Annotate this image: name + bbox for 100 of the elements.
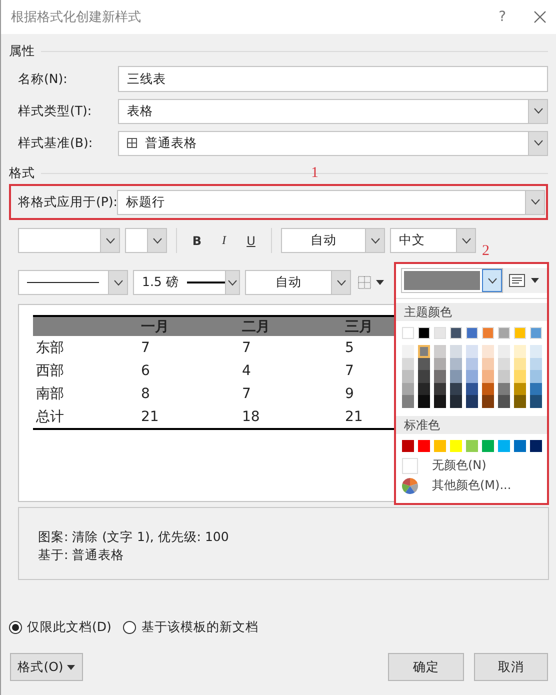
color-swatch[interactable] (514, 370, 526, 382)
color-swatch[interactable] (498, 327, 510, 339)
color-swatch[interactable] (450, 370, 462, 382)
table-cell-text: 6 (140, 362, 151, 378)
color-swatch[interactable] (434, 345, 446, 358)
color-swatch[interactable] (514, 382, 526, 395)
table-cell-text: 东部 (35, 338, 65, 356)
color-swatch[interactable] (466, 345, 478, 358)
color-swatch[interactable] (498, 370, 510, 382)
annotation-number: 2 (482, 243, 490, 260)
color-swatch[interactable] (466, 382, 478, 395)
line-weight-dropdown[interactable]: 1.5 磅 (133, 270, 240, 295)
color-swatch[interactable] (418, 440, 430, 452)
language-dropdown[interactable]: 中文 (390, 228, 476, 253)
section-heading: 格式 (9, 164, 35, 182)
font-color-dropdown[interactable]: 自动 (281, 228, 385, 253)
color-swatch[interactable] (402, 345, 414, 358)
color-swatch[interactable] (402, 327, 414, 339)
color-swatch[interactable] (530, 358, 542, 370)
color-swatch[interactable] (482, 358, 494, 370)
color-swatch[interactable] (434, 370, 446, 382)
color-swatch[interactable] (530, 345, 542, 358)
ok-button[interactable]: 确定 (388, 653, 464, 681)
radio-label[interactable]: 基于该模板的新文档 (141, 618, 258, 636)
color-swatch[interactable] (530, 382, 542, 395)
table-cell-text: 8 (140, 386, 151, 402)
color-swatch[interactable] (530, 327, 542, 339)
dropdown[interactable]: 普通表格 (118, 130, 548, 156)
cancel-button[interactable]: 取消 (474, 653, 548, 681)
color-swatch[interactable] (498, 440, 510, 452)
color-swatch[interactable] (466, 440, 478, 452)
shading-dropdown[interactable] (401, 268, 503, 293)
color-swatch[interactable] (498, 345, 510, 358)
color-swatch[interactable] (418, 395, 430, 408)
color-swatch[interactable] (450, 327, 462, 339)
color-swatch[interactable] (514, 327, 526, 339)
border-color-dropdown[interactable]: 自动 (245, 270, 351, 295)
color-swatch[interactable] (530, 440, 542, 452)
color-swatch[interactable] (466, 358, 478, 370)
color-swatch[interactable] (402, 382, 414, 395)
color-swatch[interactable] (418, 370, 430, 382)
color-swatch[interactable] (482, 440, 494, 452)
border-icon[interactable] (358, 276, 371, 289)
field-label: 名称(N): (18, 70, 68, 88)
dropdown[interactable]: 表格 (118, 98, 548, 124)
color-swatch[interactable] (466, 395, 478, 408)
table-icon (127, 138, 137, 148)
help-button[interactable]: ? (498, 9, 506, 25)
color-swatch[interactable] (514, 440, 526, 452)
radio-button[interactable] (9, 620, 22, 634)
color-swatch[interactable] (514, 395, 526, 408)
color-swatch[interactable] (514, 345, 526, 358)
color-swatch[interactable] (482, 345, 494, 358)
paragraph-icon[interactable] (509, 274, 525, 287)
color-swatch[interactable] (482, 327, 494, 339)
annotation-number: 1 (311, 165, 318, 182)
caret-icon (376, 280, 384, 285)
underline-button[interactable]: U (243, 234, 259, 248)
color-swatch[interactable] (466, 327, 478, 339)
color-swatch[interactable] (434, 327, 446, 339)
format-menu-button[interactable]: 格式(O) (10, 653, 83, 681)
color-swatch[interactable] (434, 382, 446, 395)
description-text: 基于: 普通表格 (38, 546, 126, 564)
color-swatch[interactable] (530, 370, 542, 382)
color-swatch[interactable] (498, 358, 510, 370)
bold-button[interactable]: B (189, 234, 205, 248)
color-swatch[interactable] (450, 440, 462, 452)
color-swatch[interactable] (450, 382, 462, 395)
color-swatch[interactable] (450, 358, 462, 370)
radio-button[interactable] (123, 620, 136, 634)
color-swatch[interactable] (498, 382, 510, 395)
color-swatch[interactable] (514, 358, 526, 370)
line-style-dropdown[interactable] (18, 270, 128, 295)
menu-item[interactable]: 无颜色(N) (396, 456, 547, 476)
color-swatch[interactable] (434, 440, 446, 452)
close-icon[interactable] (534, 11, 546, 23)
color-swatch[interactable] (402, 358, 414, 370)
color-swatch[interactable] (434, 358, 446, 370)
color-swatch[interactable] (418, 358, 430, 370)
color-swatch[interactable] (418, 345, 430, 358)
dropdown[interactable]: 标题行 (117, 190, 545, 214)
color-swatch[interactable] (530, 395, 542, 408)
color-swatch[interactable] (402, 440, 414, 452)
color-swatch[interactable] (482, 395, 494, 408)
color-swatch[interactable] (482, 382, 494, 395)
table-cell-text: 总计 (35, 408, 65, 426)
color-swatch[interactable] (402, 370, 414, 382)
radio-label[interactable]: 仅限此文档(D) (27, 618, 112, 636)
italic-button[interactable]: I (216, 233, 232, 248)
color-swatch[interactable] (418, 382, 430, 395)
color-swatch[interactable] (482, 370, 494, 382)
text-field[interactable]: 三线表 (118, 66, 548, 92)
color-swatch[interactable] (450, 345, 462, 358)
color-swatch[interactable] (402, 395, 414, 408)
color-swatch[interactable] (498, 395, 510, 408)
menu-item[interactable]: 其他颜色(M)... (396, 476, 547, 496)
color-swatch[interactable] (418, 327, 430, 339)
color-swatch[interactable] (466, 370, 478, 382)
color-swatch[interactable] (450, 395, 462, 408)
color-swatch[interactable] (434, 395, 446, 408)
